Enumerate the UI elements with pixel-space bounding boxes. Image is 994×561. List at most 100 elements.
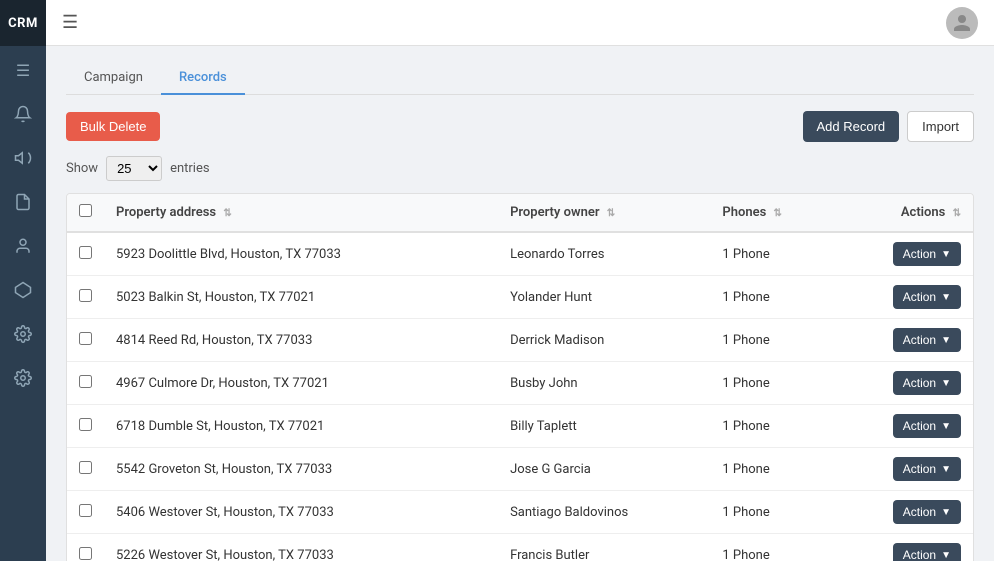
row-actions-cell: Action ▼	[835, 491, 973, 534]
row-phones: 1 Phone	[710, 232, 835, 276]
sidebar-icon-user[interactable]	[0, 226, 46, 266]
action-button[interactable]: Action ▼	[893, 414, 961, 438]
row-checkbox-cell	[67, 534, 104, 561]
action-button[interactable]: Action ▼	[893, 242, 961, 266]
sidebar-icon-menu[interactable]: ☰	[0, 50, 46, 90]
sidebar-icon-announce[interactable]	[0, 138, 46, 178]
sort-icon-actions: ⇅	[953, 208, 961, 219]
row-checkbox[interactable]	[79, 461, 92, 474]
row-checkbox-cell	[67, 362, 104, 405]
select-all-checkbox[interactable]	[79, 204, 92, 217]
topbar: ☰	[46, 0, 994, 46]
table-row: 5023 Balkin St, Houston, TX 77021 Yoland…	[67, 276, 973, 319]
topbar-left: ☰	[62, 12, 78, 33]
sidebar-icon-settings1[interactable]	[0, 314, 46, 354]
action-button[interactable]: Action ▼	[893, 543, 961, 561]
action-caret-icon: ▼	[941, 292, 951, 303]
row-checkbox[interactable]	[79, 375, 92, 388]
header-actions[interactable]: Actions ⇅	[835, 194, 973, 232]
table-row: 5406 Westover St, Houston, TX 77033 Sant…	[67, 491, 973, 534]
row-address: 4814 Reed Rd, Houston, TX 77033	[104, 319, 498, 362]
import-button[interactable]: Import	[907, 111, 974, 142]
bulk-delete-button[interactable]: Bulk Delete	[66, 112, 160, 141]
action-button[interactable]: Action ▼	[893, 457, 961, 481]
row-checkbox-cell	[67, 405, 104, 448]
topbar-right	[946, 7, 978, 39]
row-phones: 1 Phone	[710, 319, 835, 362]
records-table-wrapper: Property address ⇅ Property owner ⇅ Phon…	[66, 193, 974, 561]
row-address: 6718 Dumble St, Houston, TX 77021	[104, 405, 498, 448]
row-address: 5406 Westover St, Houston, TX 77033	[104, 491, 498, 534]
tab-campaign[interactable]: Campaign	[66, 62, 161, 95]
table-row: 4967 Culmore Dr, Houston, TX 77021 Busby…	[67, 362, 973, 405]
row-checkbox-cell	[67, 491, 104, 534]
row-address: 5923 Doolittle Blvd, Houston, TX 77033	[104, 232, 498, 276]
entries-label: entries	[170, 161, 210, 176]
row-checkbox[interactable]	[79, 332, 92, 345]
sidebar-icon-settings2[interactable]	[0, 358, 46, 398]
row-actions-cell: Action ▼	[835, 276, 973, 319]
row-phones: 1 Phone	[710, 534, 835, 561]
row-owner: Jose G Garcia	[498, 448, 710, 491]
show-entries-control: Show 10 25 50 100 entries	[66, 156, 974, 181]
action-button[interactable]: Action ▼	[893, 285, 961, 309]
row-phones: 1 Phone	[710, 276, 835, 319]
action-caret-icon: ▼	[941, 249, 951, 260]
add-record-button[interactable]: Add Record	[803, 111, 900, 142]
sidebar-icon-diamond[interactable]	[0, 270, 46, 310]
row-owner: Derrick Madison	[498, 319, 710, 362]
table-row: 5923 Doolittle Blvd, Houston, TX 77033 L…	[67, 232, 973, 276]
row-checkbox[interactable]	[79, 547, 92, 560]
row-address: 4967 Culmore Dr, Houston, TX 77021	[104, 362, 498, 405]
crm-logo: CRM	[0, 0, 46, 46]
row-actions-cell: Action ▼	[835, 319, 973, 362]
row-actions-cell: Action ▼	[835, 232, 973, 276]
row-phones: 1 Phone	[710, 405, 835, 448]
action-button[interactable]: Action ▼	[893, 500, 961, 524]
avatar[interactable]	[946, 7, 978, 39]
sidebar-icon-bell[interactable]	[0, 94, 46, 134]
row-checkbox[interactable]	[79, 246, 92, 259]
row-checkbox[interactable]	[79, 504, 92, 517]
table-body: 5923 Doolittle Blvd, Houston, TX 77033 L…	[67, 232, 973, 561]
table-row: 4814 Reed Rd, Houston, TX 77033 Derrick …	[67, 319, 973, 362]
show-label: Show	[66, 161, 98, 176]
row-checkbox[interactable]	[79, 418, 92, 431]
main-content: ☰ Campaign Records Bulk Delete Add Recor…	[46, 0, 994, 561]
table-header-row: Property address ⇅ Property owner ⇅ Phon…	[67, 194, 973, 232]
row-checkbox-cell	[67, 276, 104, 319]
row-checkbox-cell	[67, 448, 104, 491]
sidebar: CRM ☰	[0, 0, 46, 561]
action-caret-icon: ▼	[941, 421, 951, 432]
row-actions-cell: Action ▼	[835, 448, 973, 491]
toolbar-right: Add Record Import	[803, 111, 975, 142]
row-checkbox-cell	[67, 232, 104, 276]
action-caret-icon: ▼	[941, 507, 951, 518]
row-phones: 1 Phone	[710, 491, 835, 534]
row-owner: Yolander Hunt	[498, 276, 710, 319]
action-button[interactable]: Action ▼	[893, 371, 961, 395]
content-area: Campaign Records Bulk Delete Add Record …	[46, 46, 994, 561]
entries-select[interactable]: 10 25 50 100	[106, 156, 162, 181]
row-address: 5542 Groveton St, Houston, TX 77033	[104, 448, 498, 491]
table-row: 5226 Westover St, Houston, TX 77033 Fran…	[67, 534, 973, 561]
row-checkbox-cell	[67, 319, 104, 362]
sort-icon-phones: ⇅	[774, 208, 782, 219]
records-table: Property address ⇅ Property owner ⇅ Phon…	[67, 194, 973, 561]
tab-records[interactable]: Records	[161, 62, 245, 95]
row-address: 5023 Balkin St, Houston, TX 77021	[104, 276, 498, 319]
header-property-address[interactable]: Property address ⇅	[104, 194, 498, 232]
header-property-owner[interactable]: Property owner ⇅	[498, 194, 710, 232]
sidebar-icon-doc[interactable]	[0, 182, 46, 222]
row-owner: Leonardo Torres	[498, 232, 710, 276]
action-button[interactable]: Action ▼	[893, 328, 961, 352]
row-actions-cell: Action ▼	[835, 405, 973, 448]
tab-bar: Campaign Records	[66, 62, 974, 95]
row-checkbox[interactable]	[79, 289, 92, 302]
row-phones: 1 Phone	[710, 362, 835, 405]
row-address: 5226 Westover St, Houston, TX 77033	[104, 534, 498, 561]
header-phones[interactable]: Phones ⇅	[710, 194, 835, 232]
header-checkbox-col	[67, 194, 104, 232]
hamburger-icon[interactable]: ☰	[62, 12, 78, 33]
row-owner: Francis Butler	[498, 534, 710, 561]
